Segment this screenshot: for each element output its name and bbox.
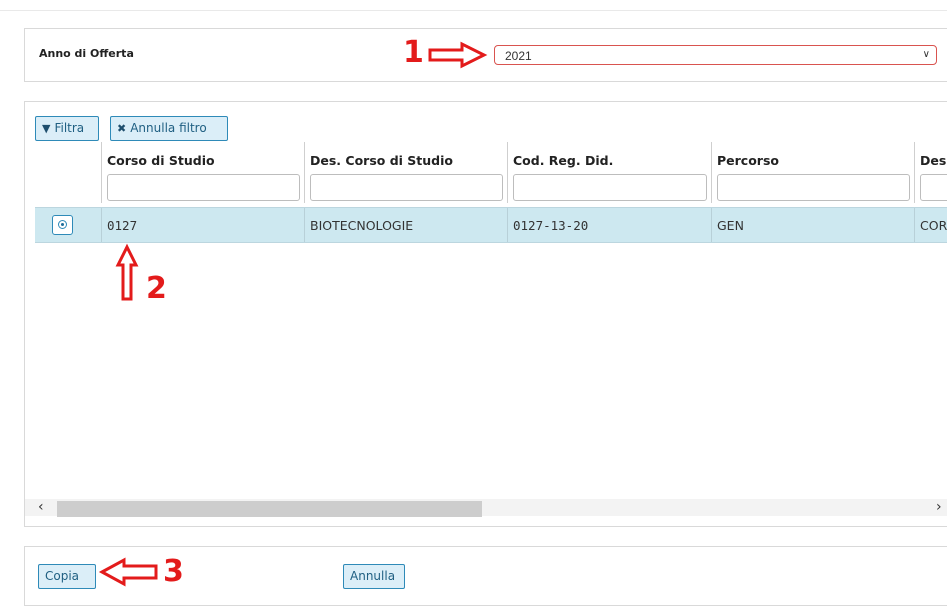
- annotation-number-3: 3: [163, 554, 184, 589]
- column-header-percorso[interactable]: Percorso: [717, 153, 779, 168]
- results-panel: ▼ Filtra ✖ Annulla filtro Corso di Studio …: [24, 101, 947, 527]
- filter-input-corso-di-studio[interactable]: [107, 174, 300, 201]
- column-separator: [914, 142, 915, 203]
- filter-input-percorso[interactable]: [717, 174, 910, 201]
- cell-des-percorso: COR: [920, 218, 947, 233]
- column-header-corso-di-studio[interactable]: Corso di Studio: [107, 153, 215, 168]
- cancel-button[interactable]: Annulla: [343, 564, 405, 589]
- row-select-radio[interactable]: [52, 215, 73, 235]
- filter-button-label: Filtra: [54, 121, 85, 135]
- results-grid: Corso di Studio Des. Corso di Studio Cod…: [35, 142, 947, 243]
- offer-year-select[interactable]: 2021 ∨: [494, 45, 937, 65]
- cancel-button-label: Annulla: [350, 569, 396, 583]
- cell-separator: [304, 208, 305, 242]
- copy-button[interactable]: Copia: [38, 564, 96, 589]
- scroll-left-arrow-icon[interactable]: ‹: [38, 499, 44, 515]
- column-separator: [101, 142, 102, 203]
- cell-separator: [507, 208, 508, 242]
- annotation-arrow-right: [428, 41, 488, 69]
- chevron-down-icon: ∨: [922, 49, 930, 60]
- filter-input-des[interactable]: [920, 174, 947, 201]
- horizontal-scrollbar[interactable]: ‹ ›: [25, 499, 947, 517]
- filter-button[interactable]: ▼ Filtra: [35, 116, 99, 141]
- offer-year-label: Anno di Offerta: [39, 47, 134, 60]
- offer-year-value: 2021: [505, 49, 532, 63]
- annotation-arrow-up: [115, 243, 139, 301]
- cell-percorso: GEN: [717, 218, 744, 233]
- cell-separator: [101, 208, 102, 242]
- clear-filter-button[interactable]: ✖ Annulla filtro: [110, 116, 228, 141]
- filter-input-des-corso-di-studio[interactable]: [310, 174, 503, 201]
- column-separator: [711, 142, 712, 203]
- clear-filter-button-label: Annulla filtro: [130, 121, 207, 135]
- annotation-arrow-left: [98, 557, 158, 587]
- column-header-des-corso-di-studio[interactable]: Des. Corso di Studio: [310, 153, 453, 168]
- funnel-icon: ▼: [42, 122, 51, 135]
- annotation-number-1: 1: [403, 35, 424, 70]
- cell-separator: [914, 208, 915, 242]
- scroll-right-arrow-icon[interactable]: ›: [936, 499, 942, 515]
- cell-corso-di-studio: 0127: [107, 218, 138, 233]
- scrollbar-thumb[interactable]: [57, 501, 482, 517]
- filter-input-cod-reg-did[interactable]: [513, 174, 707, 201]
- column-separator: [304, 142, 305, 203]
- column-separator: [507, 142, 508, 203]
- cell-des-corso-di-studio: BIOTECNOLOGIE: [310, 218, 414, 233]
- table-row[interactable]: 0127 BIOTECNOLOGIE 0127-13-20 GEN COR: [35, 207, 947, 243]
- radio-selected-icon: [58, 220, 67, 229]
- annotation-number-2: 2: [146, 271, 167, 306]
- column-header-cod-reg-did[interactable]: Cod. Reg. Did.: [513, 153, 613, 168]
- close-icon: ✖: [117, 122, 127, 135]
- column-header-des[interactable]: Des: [920, 153, 946, 168]
- copy-button-label: Copia: [45, 569, 80, 583]
- cell-cod-reg-did: 0127-13-20: [513, 218, 589, 233]
- cell-separator: [711, 208, 712, 242]
- top-divider: [0, 10, 947, 11]
